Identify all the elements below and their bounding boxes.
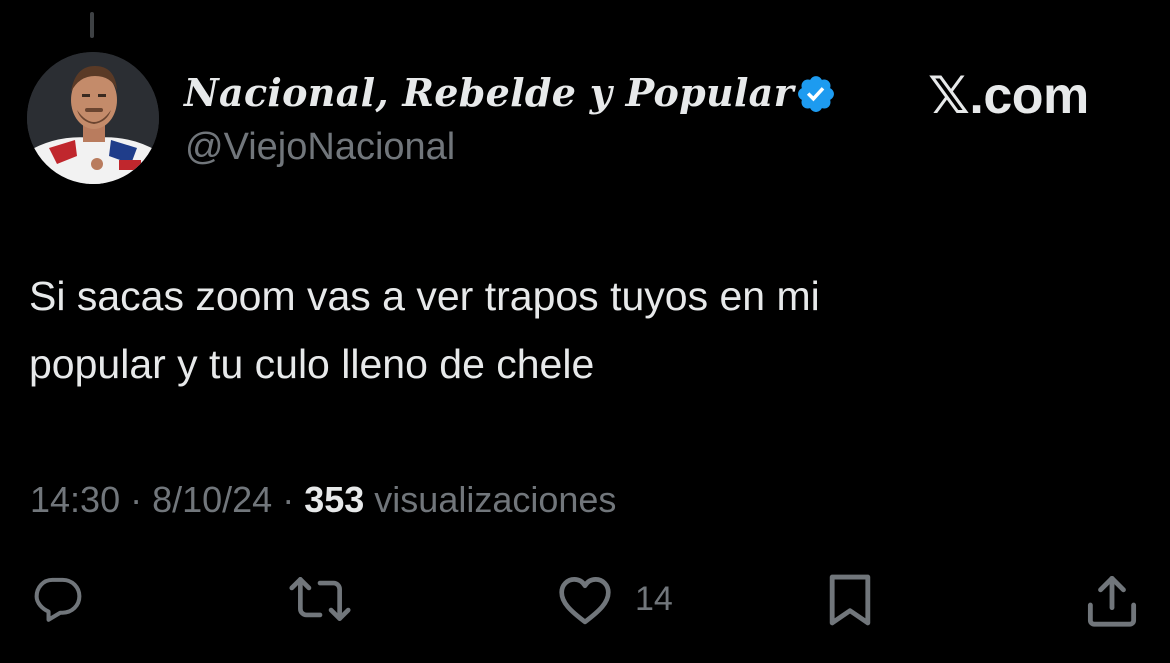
tweet-time[interactable]: 14:30 [30,479,120,520]
thread-connector-line [90,12,94,38]
views-label: visualizaciones [364,479,617,520]
tweet-text: Si sacas zoom vas a ver trapos tuyos en … [29,262,1129,398]
tweet-date[interactable]: 8/10/24 [152,479,272,520]
meta-separator: · [120,479,153,520]
heart-icon [559,577,611,625]
author-handle[interactable]: @ViejoNacional [185,124,455,170]
bookmark-icon [829,574,871,626]
meta-separator: · [272,479,305,520]
like-button[interactable]: 14 [555,572,673,626]
like-count: 14 [635,580,673,618]
reply-button[interactable] [28,572,88,626]
author-display-name[interactable]: Nacional, Rebelde y Popular [184,70,794,116]
retweet-icon [289,577,351,621]
share-button[interactable] [1083,572,1141,628]
bookmark-button[interactable] [823,572,877,628]
reply-icon [34,577,82,622]
tweet-meta: 14:30 · 8/10/24 · 353 visualizaciones [30,475,616,525]
retweet-button[interactable] [286,572,354,626]
tweet-text-line: Si sacas zoom vas a ver trapos tuyos en … [29,273,820,319]
share-icon [1087,575,1137,627]
tweet-text-line: popular y tu culo lleno de chele [29,341,595,387]
verified-badge-icon [798,76,834,112]
avatar[interactable] [27,52,159,184]
views-count: 353 [304,479,365,520]
x-com-logo: 𝕏.com [928,67,1089,125]
avatar-image [27,52,159,184]
